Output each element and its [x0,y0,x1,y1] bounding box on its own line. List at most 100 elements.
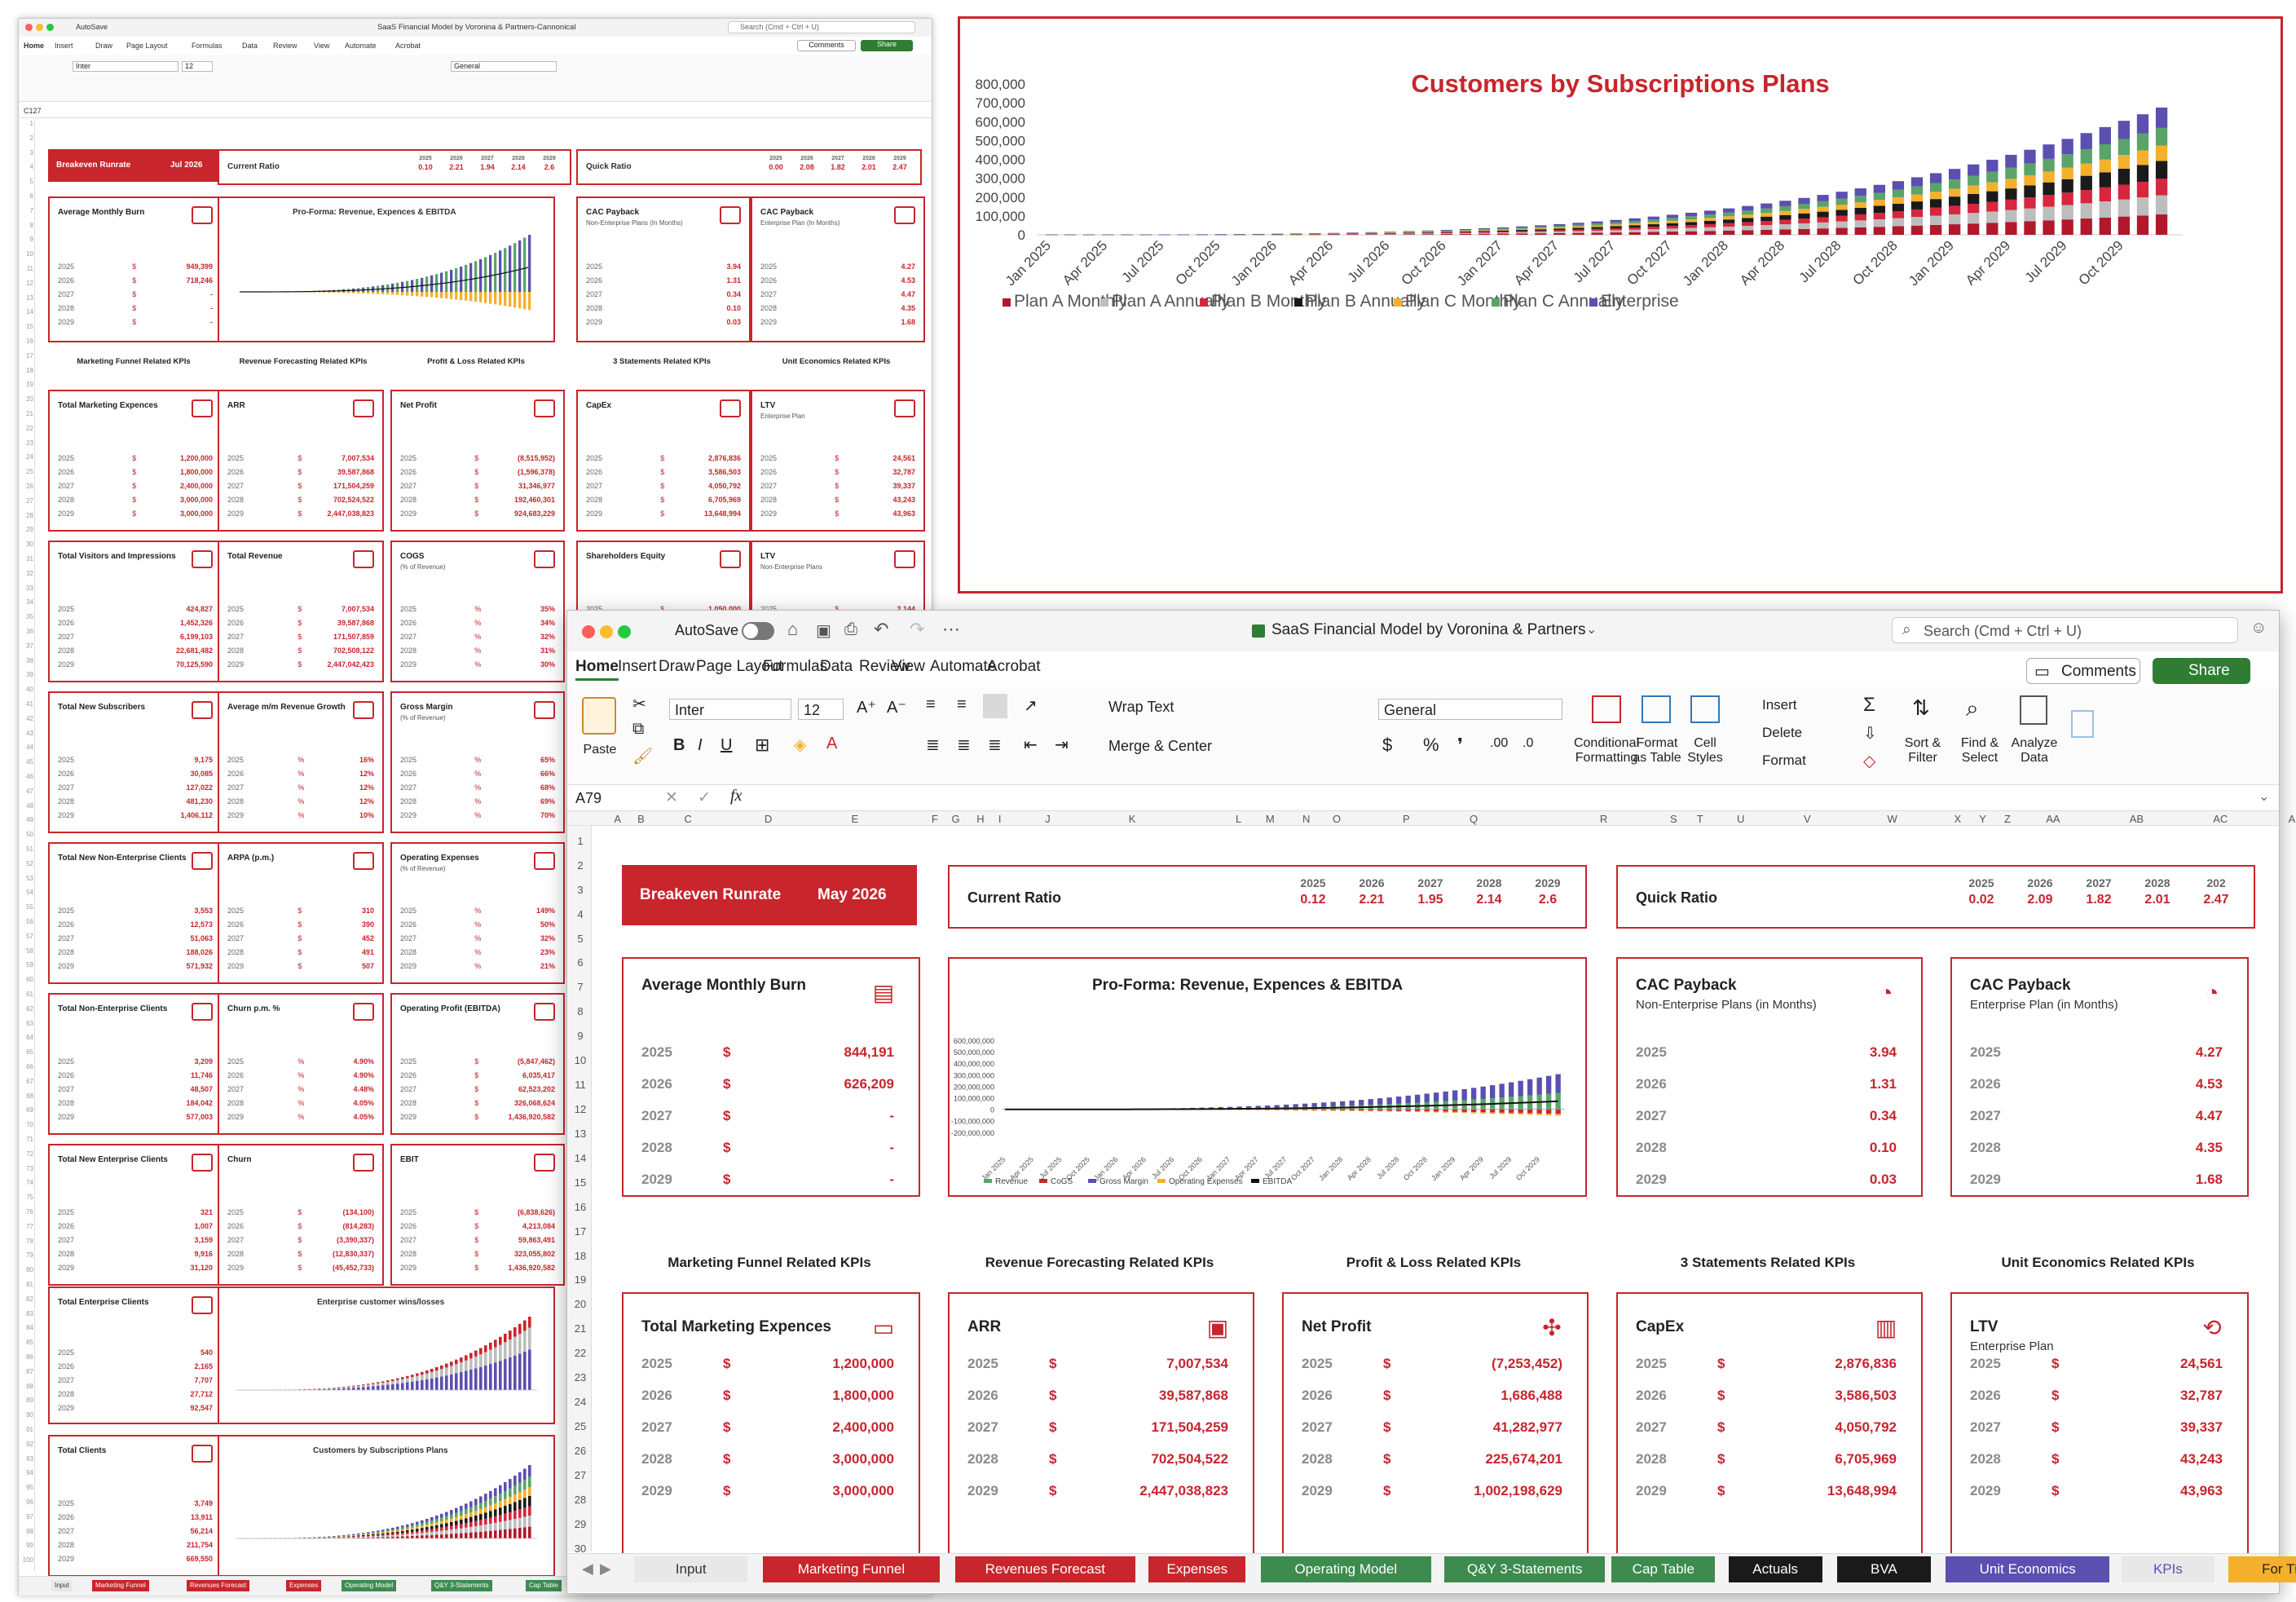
sheet-tab[interactable]: Marketing Funnel [92,1580,149,1591]
column-header[interactable]: R [1600,813,1607,825]
underline-icon[interactable]: U [721,736,732,755]
row-header[interactable]: 18 [571,1250,590,1262]
ribbon-tab-home[interactable]: Home [575,658,619,681]
row-header[interactable]: 9 [571,1030,590,1042]
column-header[interactable]: AC [2213,813,2228,825]
comma-icon[interactable]: ❜ [1457,735,1463,756]
row-header[interactable]: 16 [571,1201,590,1213]
analyze-data-icon[interactable] [2020,695,2047,725]
column-header[interactable]: E [852,813,859,825]
fill-color-icon[interactable]: ◈ [794,735,806,755]
ribbon-tab-acrobat[interactable]: Acrobat [987,658,1040,676]
prev-sheet-icon[interactable]: ◀ [582,1560,593,1578]
align-center-icon[interactable]: ≣ [957,735,971,755]
print-icon[interactable]: ⎙ [844,620,857,639]
column-header[interactable]: V [1804,813,1811,825]
increase-font-icon[interactable]: A⁺ [857,697,876,717]
conditional-formatting-icon[interactable] [1592,695,1621,723]
format-painter-icon[interactable]: 🖌 [632,746,653,766]
sheet-tab[interactable]: Cap Table [526,1580,562,1591]
ribbon-tab-insert[interactable]: Insert [618,658,657,676]
row-header[interactable]: 26 [571,1445,590,1457]
sheet-tab-cap-table[interactable]: Cap Table [1611,1556,1716,1582]
align-top-icon[interactable]: ≡ [926,695,936,714]
bold-icon[interactable]: B [673,736,685,755]
decrease-font-icon[interactable]: A⁻ [887,697,906,717]
copy-icon[interactable]: ⧉ [632,720,644,739]
sheet-tab-kpis[interactable]: KPIs [2121,1556,2215,1582]
name-box[interactable]: A79 [572,788,621,809]
row-header[interactable]: 23 [571,1371,590,1384]
merge-center-button[interactable]: Merge & Center [1089,738,1212,755]
row-header[interactable]: 3 [571,884,590,896]
row-header[interactable]: 28 [571,1494,590,1506]
formula-expand-icon[interactable]: ⌄ [2259,788,2269,805]
column-header[interactable]: I [998,813,1002,825]
column-header[interactable]: X [1954,813,1962,825]
row-header[interactable]: 24 [571,1396,590,1408]
row-header[interactable]: 19 [571,1273,590,1286]
sheet-tab[interactable]: Revenues Forecast [187,1580,250,1591]
column-header[interactable]: F [932,813,938,825]
row-header[interactable]: 21 [571,1322,590,1335]
next-sheet-icon[interactable]: ▶ [600,1560,611,1578]
number-format-select[interactable]: General [1378,699,1562,720]
row-header[interactable]: 11 [571,1079,590,1091]
column-header[interactable]: G [952,813,960,825]
column-header[interactable]: O [1333,813,1341,825]
ribbon-tab-formulas[interactable]: Formulas [763,658,827,676]
column-header[interactable]: Y [1979,813,1986,825]
close-dot[interactable] [582,625,595,638]
row-header[interactable]: 12 [571,1103,590,1115]
sheet-tab-input[interactable]: Input [634,1556,748,1582]
row-header[interactable]: 25 [571,1420,590,1432]
column-header[interactable]: K [1129,813,1136,825]
row-header[interactable]: 29 [571,1518,590,1530]
column-header[interactable]: W [1888,813,1897,825]
row-header[interactable]: 17 [571,1225,590,1238]
format-cells-button[interactable]: Format [1743,752,1806,769]
row-header[interactable]: 1 [571,835,590,847]
add-sheet-button[interactable]: + [2288,1556,2296,1582]
minimize-dot[interactable] [600,625,613,638]
sheet-tab-actuals[interactable]: Actuals [1728,1556,1822,1582]
cancel-icon[interactable]: ✕ [665,788,678,807]
row-header[interactable]: 7 [571,981,590,993]
sheet-tab-bva[interactable]: BVA [1837,1556,1931,1582]
column-header[interactable]: Q [1470,813,1478,825]
column-header[interactable]: H [976,813,984,825]
save-icon[interactable]: ▣ [816,620,831,641]
row-header[interactable]: 13 [571,1128,590,1140]
column-header[interactable]: B [637,813,645,825]
title-chevron-down-icon[interactable]: ⌄ [1586,621,1597,638]
insert-cells-button[interactable]: Insert [1743,697,1797,713]
row-header[interactable]: 15 [571,1176,590,1189]
format-as-table-icon[interactable] [1642,695,1671,723]
row-header[interactable]: 6 [571,956,590,969]
row-header[interactable]: 20 [571,1298,590,1310]
fx-button[interactable]: fx [730,787,742,805]
borders-icon[interactable]: ⊞ [755,735,769,756]
column-header[interactable]: Z [2004,813,2011,825]
sheet-tab[interactable]: Input [51,1580,73,1591]
sheet-tab[interactable]: Operating Model [342,1580,397,1591]
row-header[interactable]: 14 [571,1152,590,1164]
home-icon[interactable]: ⌂ [787,619,798,640]
column-header[interactable]: U [1737,813,1744,825]
align-bottom-button[interactable] [983,694,1007,718]
italic-icon[interactable]: I [698,736,703,755]
delete-cells-button[interactable]: Delete [1743,725,1802,741]
row-header[interactable]: 27 [571,1469,590,1481]
row-header[interactable]: 2 [571,859,590,872]
autosave-toggle[interactable] [742,622,774,640]
cut-icon[interactable]: ✂ [632,694,646,714]
column-header[interactable]: J [1045,813,1051,825]
sheet-tab-q-y-3-statements[interactable]: Q&Y 3-Statements [1444,1556,1606,1582]
adobe-pdf-icon[interactable] [2071,710,2094,738]
sheet-tab-revenues-forecast[interactable]: Revenues Forecast [954,1556,1135,1582]
column-header[interactable]: AB [2130,813,2144,825]
paste-icon[interactable] [582,697,616,735]
currency-icon[interactable]: $ [1382,735,1392,756]
account-icon[interactable]: ☺ [2250,619,2267,638]
font-size-select[interactable]: 12 [798,699,844,720]
